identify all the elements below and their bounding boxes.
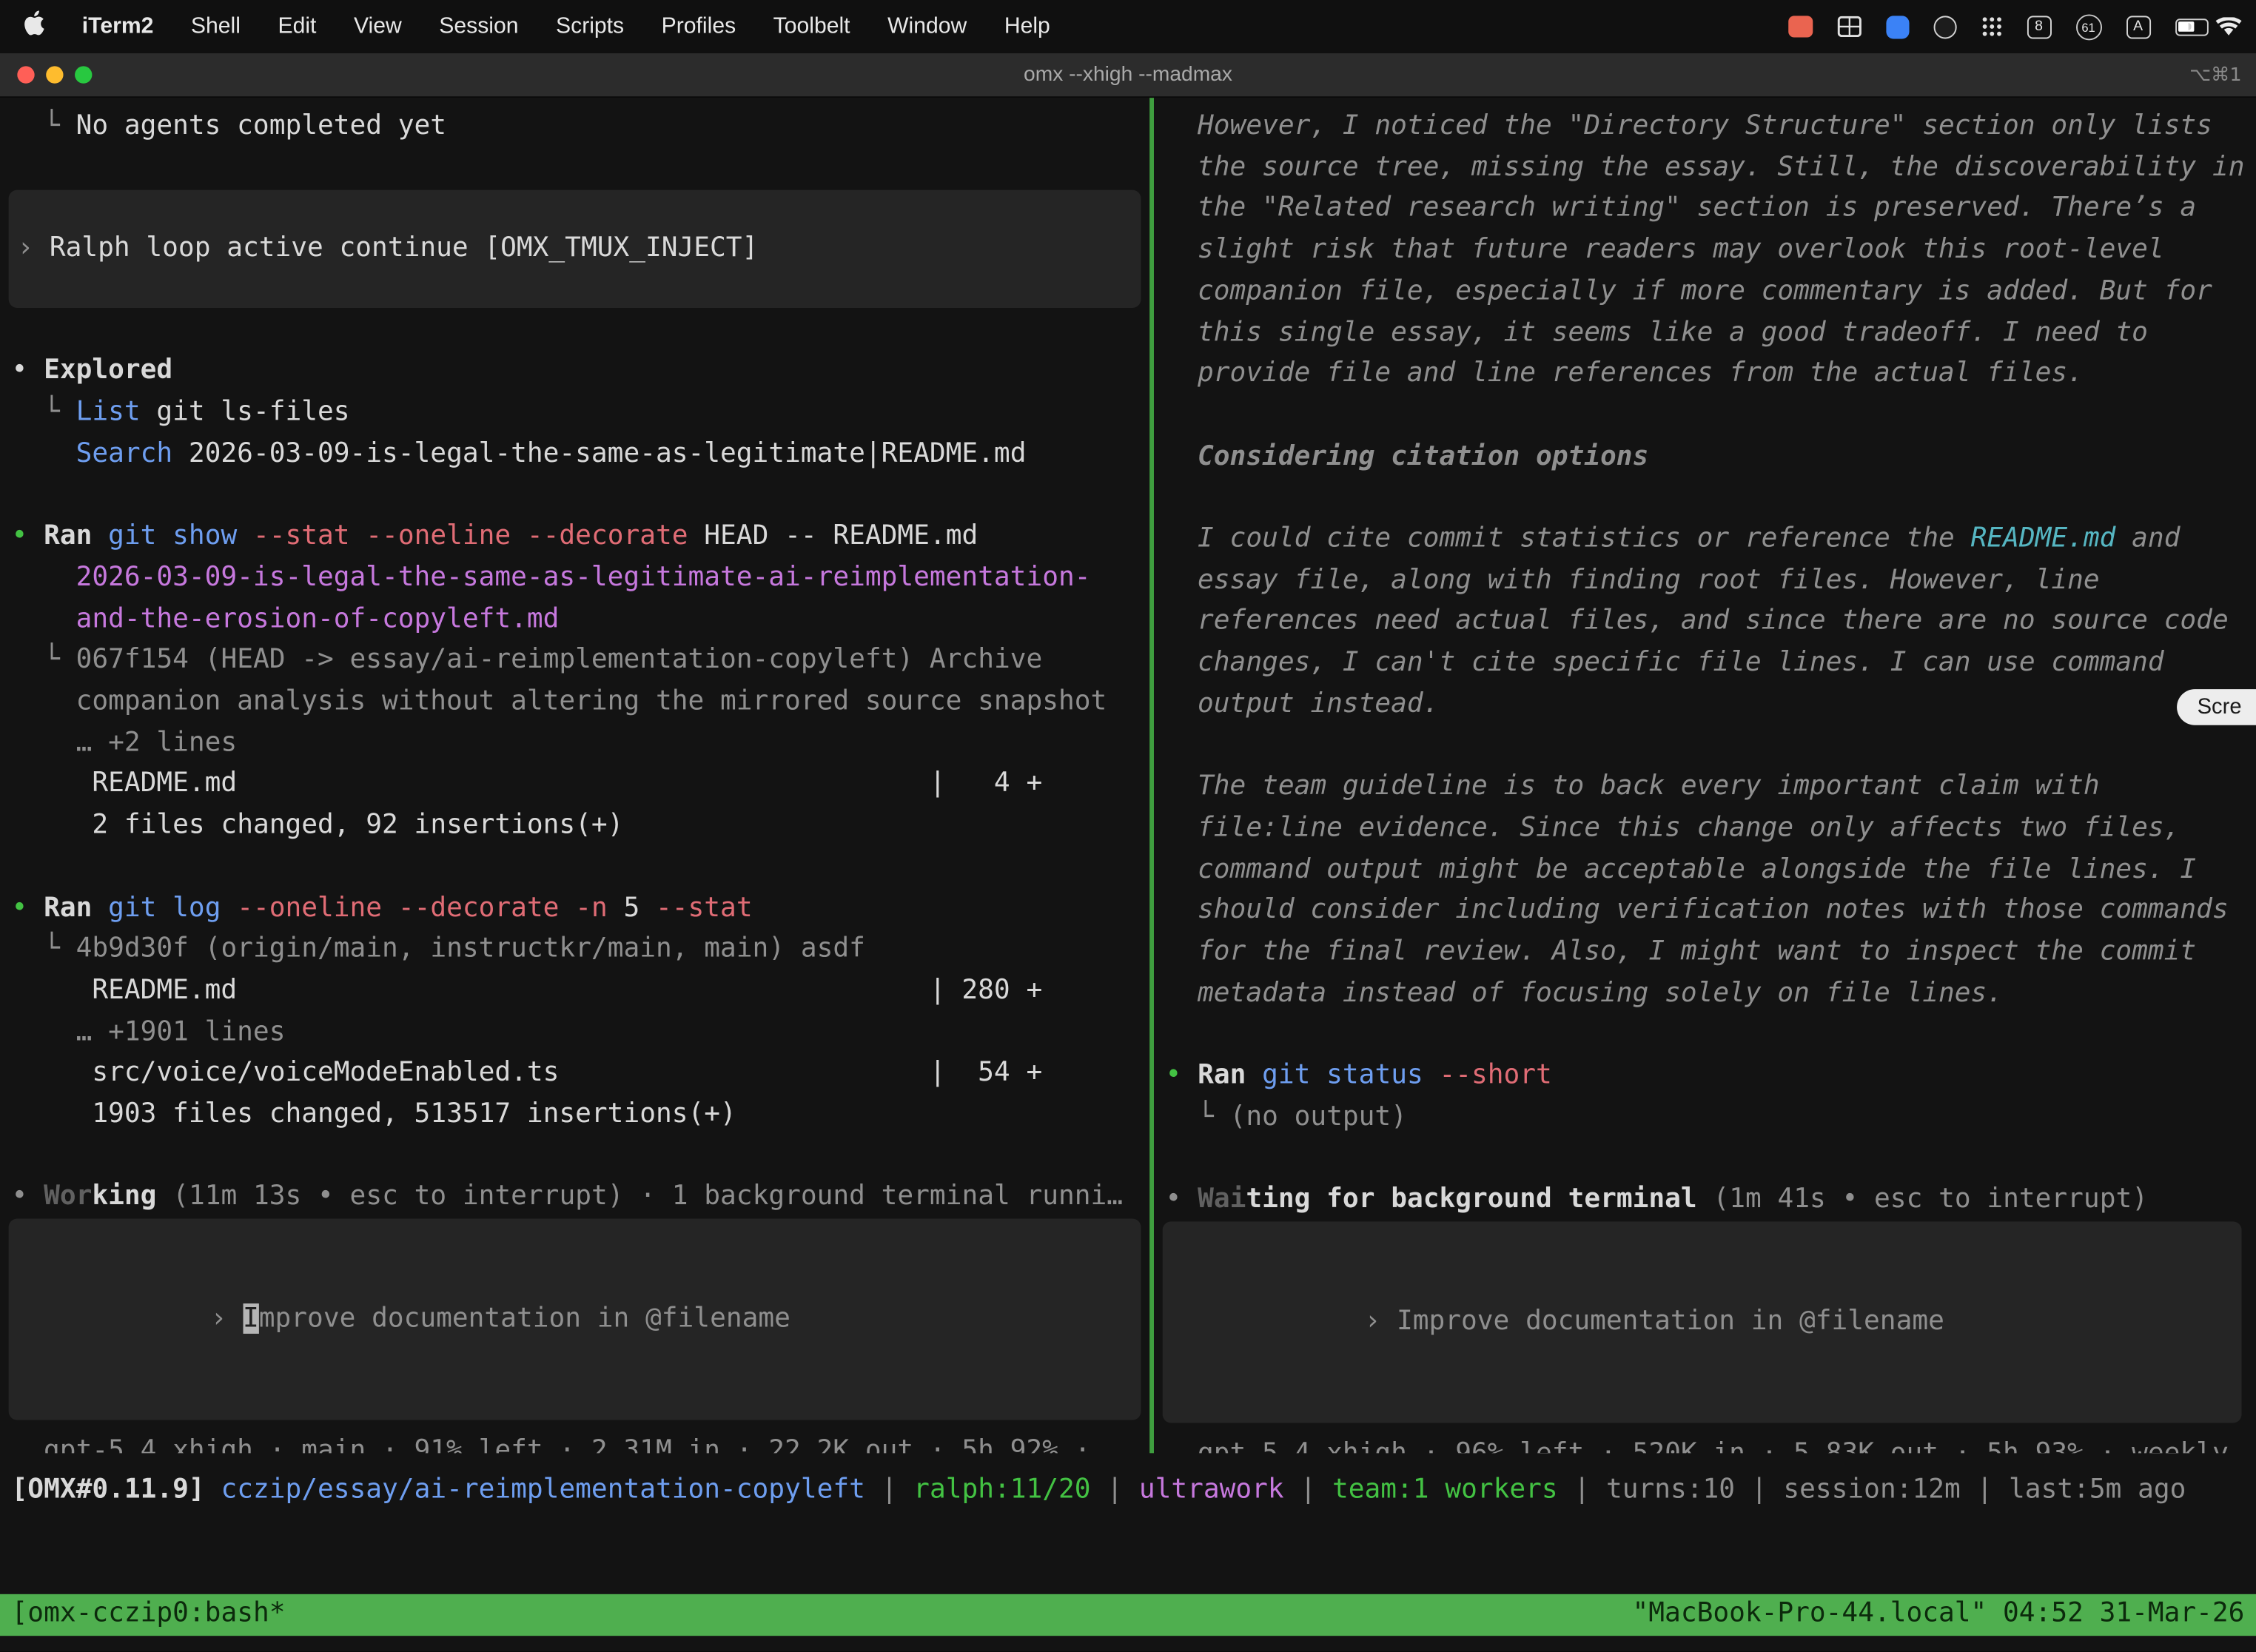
terminal-line: └ (no output)	[1166, 1098, 2251, 1139]
terminal-line: • Explored	[12, 352, 1150, 393]
window-shortcut-badge: ⌥⌘1	[2189, 64, 2256, 86]
terminal-line: › Ralph loop active continue [OMX_TMUX_I…	[17, 228, 1129, 269]
terminal-line: • Working (11m 13s • esc to interrupt) ·…	[12, 1178, 1150, 1219]
apps-grid-icon[interactable]	[1981, 16, 2002, 37]
menu-window[interactable]: Window	[887, 13, 967, 39]
prompt-chevron: ›	[1364, 1306, 1397, 1336]
passkey-icon[interactable]: 8	[2027, 15, 2051, 38]
terminal-line: • Waiting for background terminal (1m 41…	[1166, 1180, 2251, 1221]
right-bottom-area: › Improve documentation in @filename gpt…	[1166, 1221, 2251, 1453]
menu-help[interactable]: Help	[1004, 13, 1050, 39]
terminal-line: However, I noticed the "Directory Struct…	[1166, 107, 2251, 396]
menu-bar: iTerm2 Shell Edit View Session Scripts P…	[0, 0, 2256, 53]
terminal-line: 1903 files changed, 513517 insertions(+)	[12, 1095, 1150, 1136]
terminal-line: Search 2026-03-09-is-legal-the-same-as-l…	[12, 434, 1150, 476]
window-title: omx --xhigh --madmax	[0, 64, 2256, 87]
right-output-body: However, I noticed the "Directory Struct…	[1166, 107, 2251, 1221]
terminal: └ No agents completed yet › Ralph loop a…	[0, 98, 2256, 1651]
left-bottom-area: › Improve documentation in @filename gpt…	[12, 1219, 1150, 1454]
right-status-line: gpt-5.4 xhigh · 96% left · 520K in · 5.8…	[1166, 1434, 2251, 1453]
wifi-icon[interactable]	[2216, 17, 2242, 36]
input-placeholder: mprove documentation in @filename	[259, 1303, 790, 1334]
terminal-line: • Ran git log --oneline --decorate -n 5 …	[12, 888, 1150, 930]
terminal-line: • Ran git show --stat --oneline --decora…	[12, 517, 1150, 558]
terminal-line: Considering citation options	[1166, 437, 2251, 478]
menu-toolbelt[interactable]: Toolbelt	[773, 13, 850, 39]
terminal-line: └ No agents completed yet	[12, 107, 1150, 148]
terminal-line: └ List git ls-files	[12, 393, 1150, 434]
tmux-status-bar: [omx-cczip0:bash* "MacBook-Pro-44.local"…	[0, 1594, 2256, 1636]
left-output-top: └ No agents completed yet	[12, 107, 1150, 148]
terminal-line: [OMX#0.11.9] cczip/essay/ai-reimplementa…	[12, 1471, 2256, 1512]
ralph-loop-banner: › Ralph loop active continue [OMX_TMUX_I…	[9, 189, 1141, 309]
tmux-panes: └ No agents completed yet › Ralph loop a…	[0, 98, 2256, 1453]
omx-session-status: [OMX#0.11.9] cczip/essay/ai-reimplementa…	[0, 1471, 2256, 1512]
text-cursor: I	[243, 1303, 259, 1334]
terminal-line: └ 067f154 (HEAD -> essay/ai-reimplementa…	[12, 641, 1150, 724]
terminal-line: I could cite commit statistics or refere…	[1166, 520, 2251, 726]
prompt-chevron: ›	[210, 1303, 243, 1334]
left-status-line: gpt-5.4 xhigh · main · 91% left · 2.31M …	[12, 1432, 1150, 1454]
terminal-line: gpt-5.4 xhigh · 96% left · 520K in · 5.8…	[1166, 1434, 2251, 1453]
terminal-line: gpt-5.4 xhigh · main · 91% left · 2.31M …	[12, 1432, 1150, 1454]
terminal-line: README.md | 280 +	[12, 971, 1150, 1013]
screen: iTerm2 Shell Edit View Session Scripts P…	[0, 0, 2256, 1652]
tmux-session-name: [omx-cczip0:bash*	[12, 1594, 286, 1636]
menu-view[interactable]: View	[354, 13, 402, 39]
traffic-lights	[0, 66, 92, 83]
left-pane: └ No agents completed yet › Ralph loop a…	[0, 98, 1149, 1453]
minimize-button[interactable]	[46, 66, 63, 83]
screen-recording-icon[interactable]	[1787, 16, 1812, 37]
terminal-line: 2 files changed, 92 insertions(+)	[12, 806, 1150, 847]
battery-gauge-icon[interactable]: 61	[2075, 13, 2101, 39]
menu-shell[interactable]: Shell	[191, 13, 241, 39]
menubar-status-icons: 8 61 A	[1787, 13, 2241, 39]
tmux-host-clock: "MacBook-Pro-44.local" 04:52 31-Mar-26	[1633, 1594, 2245, 1636]
terminal-line: … +2 lines	[12, 723, 1150, 765]
menu-edit[interactable]: Edit	[278, 13, 316, 39]
command-input-left[interactable]: › Improve documentation in @filename	[9, 1219, 1141, 1420]
input-source-icon[interactable]: A	[2126, 15, 2150, 38]
close-button[interactable]	[17, 66, 34, 83]
apple-menu-icon[interactable]	[23, 10, 44, 44]
input-placeholder: Improve documentation in @filename	[1397, 1306, 1944, 1336]
battery-icon[interactable]	[2175, 18, 2191, 35]
dark-app-icon[interactable]	[1933, 15, 1956, 38]
ralph-banner-lines: › Ralph loop active continue [OMX_TMUX_I…	[17, 228, 1129, 269]
terminal-line: … +1901 lines	[12, 1013, 1150, 1054]
command-input-right[interactable]: › Improve documentation in @filename	[1163, 1221, 2242, 1423]
menu-session[interactable]: Session	[439, 13, 518, 39]
terminal-line: • Ran git status --short	[1166, 1056, 2251, 1098]
menu-scripts[interactable]: Scripts	[556, 13, 624, 39]
window-grid-icon[interactable]	[1836, 16, 1861, 37]
menu-profiles[interactable]: Profiles	[662, 13, 736, 39]
left-output-body: • Explored└ List git ls-filesSearch 2026…	[12, 352, 1150, 1219]
terminal-line: └ 4b9d30f (origin/main, instructkr/main,…	[12, 930, 1150, 971]
window-titlebar: omx --xhigh --madmax ⌥⌘1	[0, 53, 2256, 98]
terminal-line: README.md | 4 +	[12, 765, 1150, 806]
app-menu-iterm2[interactable]: iTerm2	[82, 13, 154, 39]
right-pane: However, I noticed the "Directory Struct…	[1154, 98, 2256, 1453]
blue-app-icon[interactable]	[1885, 15, 1908, 38]
terminal-line: src/voice/voiceModeEnabled.ts | 54 +	[12, 1054, 1150, 1095]
zoom-button[interactable]	[75, 66, 92, 83]
terminal-line: 2026-03-09-is-legal-the-same-as-legitima…	[12, 558, 1091, 641]
terminal-line: The team guideline is to back every impo…	[1166, 767, 2251, 1015]
screen-edge-button[interactable]: Scre	[2177, 689, 2256, 725]
